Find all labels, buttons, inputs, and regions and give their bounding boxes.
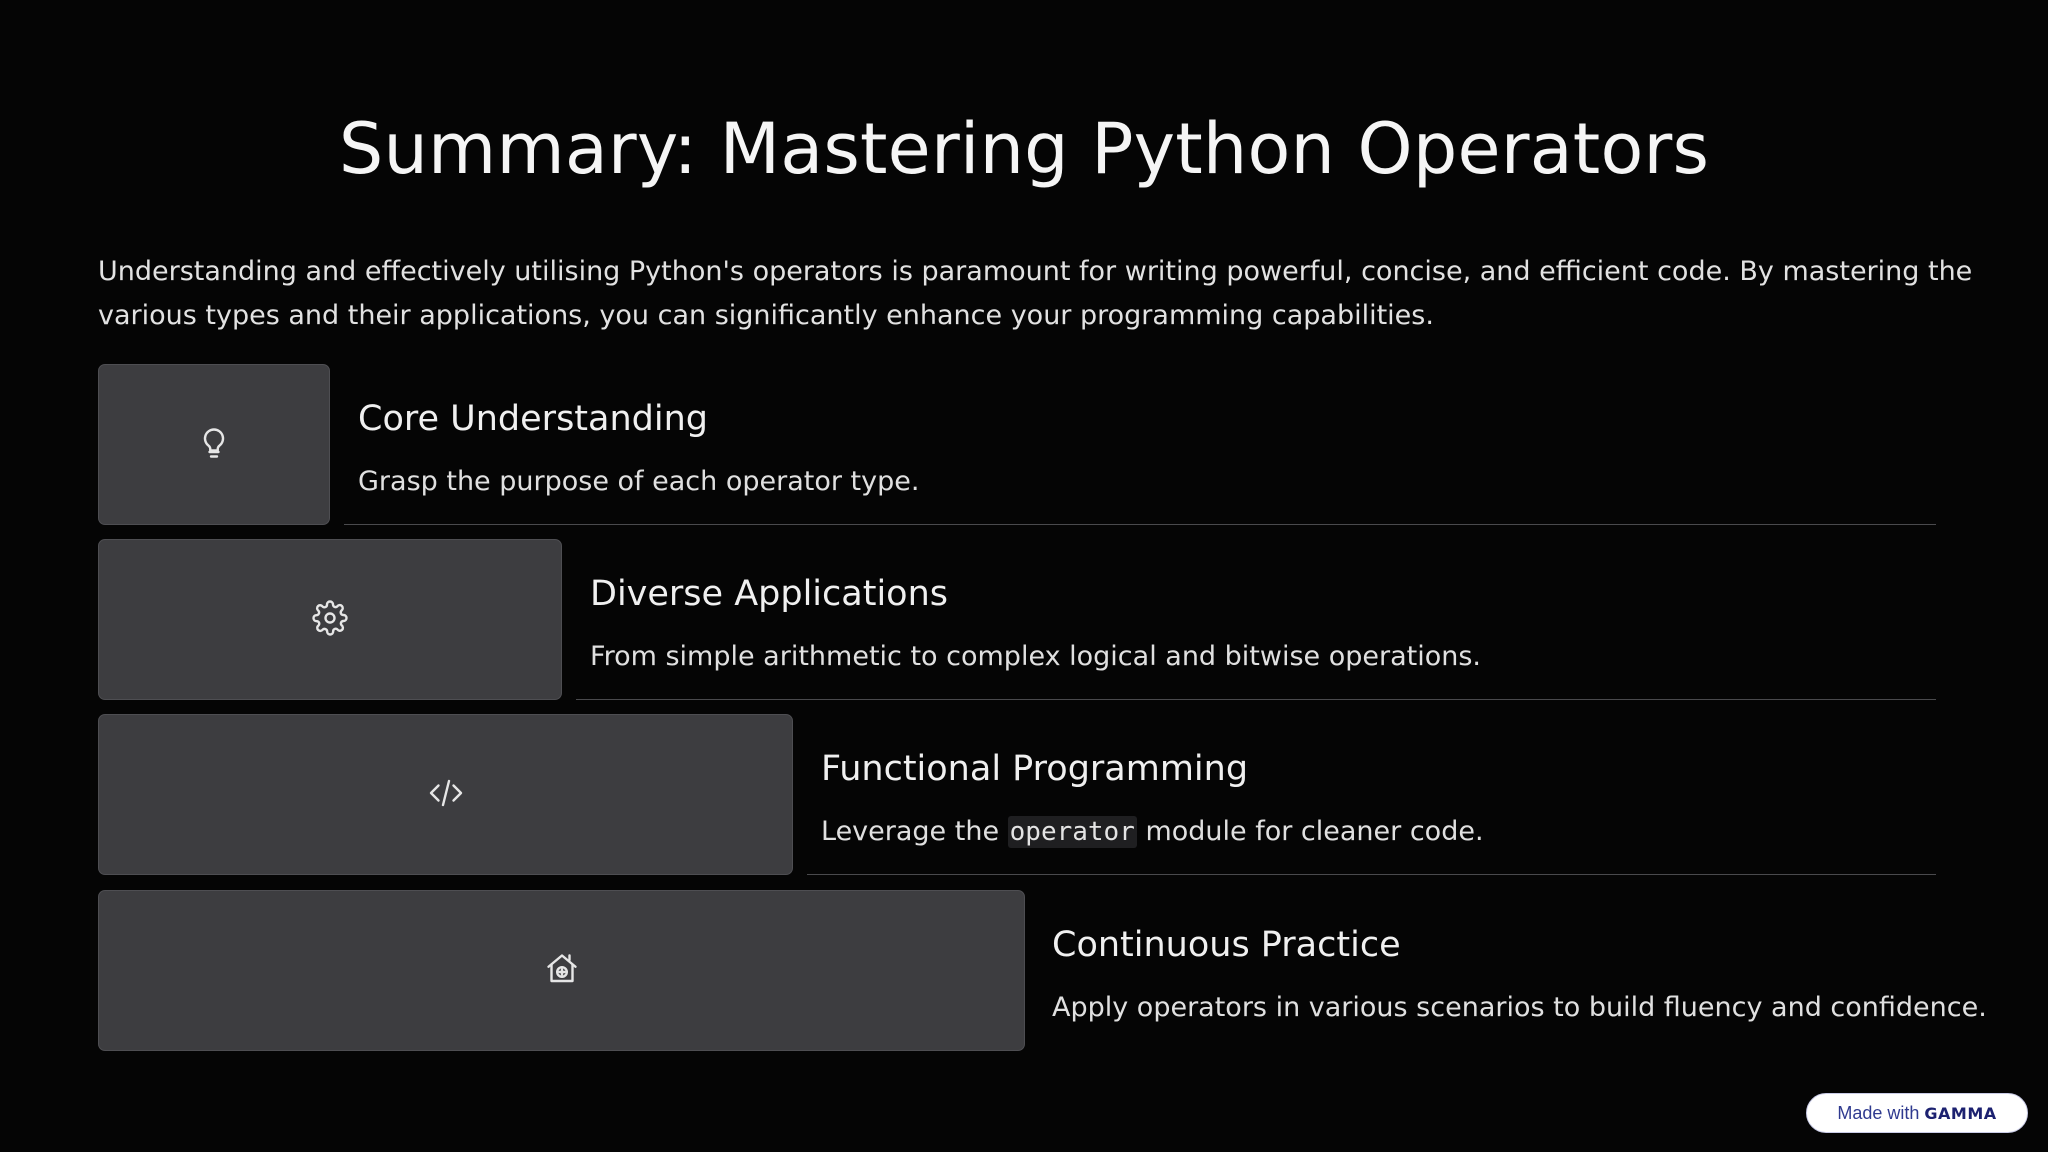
step-description: From simple arithmetic to complex logica… bbox=[590, 641, 1482, 672]
step-description-text: Leverage the bbox=[821, 816, 1008, 847]
step-diverse-applications: Diverse Applications From simple arithme… bbox=[98, 539, 1936, 700]
step-icon-box bbox=[98, 539, 562, 700]
step-title: Core Understanding bbox=[358, 399, 708, 439]
gamma-logo: GAMMA bbox=[1924, 1103, 1997, 1123]
house-plus-icon bbox=[544, 951, 580, 991]
step-functional-programming: Functional Programming Leverage the oper… bbox=[98, 714, 1936, 875]
step-content: Core Understanding Grasp the purpose of … bbox=[358, 364, 1958, 525]
intro-paragraph: Understanding and effectively utilising … bbox=[98, 256, 1973, 331]
badge-prefix: Made with bbox=[1837, 1102, 1920, 1123]
gear-icon bbox=[312, 599, 348, 640]
step-content: Functional Programming Leverage the oper… bbox=[821, 714, 1921, 875]
step-content: Continuous Practice Apply operators in v… bbox=[1052, 890, 2012, 1051]
step-divider bbox=[344, 524, 1936, 525]
slide-title: Summary: Mastering Python Operators bbox=[338, 108, 1710, 190]
step-description: Grasp the purpose of each operator type. bbox=[358, 466, 920, 497]
step-icon-box bbox=[98, 364, 330, 525]
step-title: Continuous Practice bbox=[1052, 925, 1401, 965]
step-core-understanding: Core Understanding Grasp the purpose of … bbox=[98, 364, 1936, 525]
step-title: Diverse Applications bbox=[590, 574, 948, 614]
step-divider bbox=[807, 874, 1936, 875]
step-divider bbox=[576, 699, 1936, 700]
made-with-gamma-badge[interactable]: Made with GAMMA bbox=[1806, 1093, 2028, 1133]
step-icon-box bbox=[98, 714, 793, 875]
step-continuous-practice: Continuous Practice Apply operators in v… bbox=[98, 890, 1998, 1051]
step-content: Diverse Applications From simple arithme… bbox=[590, 539, 1990, 700]
step-title: Functional Programming bbox=[821, 749, 1249, 789]
step-icon-box bbox=[98, 890, 1025, 1051]
step-description-text: module for cleaner code. bbox=[1136, 816, 1484, 847]
code-icon bbox=[428, 775, 464, 815]
step-description: Leverage the operator module for cleaner… bbox=[821, 812, 1484, 852]
inline-code: operator bbox=[1007, 816, 1137, 848]
lightbulb-icon bbox=[196, 425, 232, 465]
step-description: Apply operators in various scenarios to … bbox=[1052, 992, 1987, 1023]
